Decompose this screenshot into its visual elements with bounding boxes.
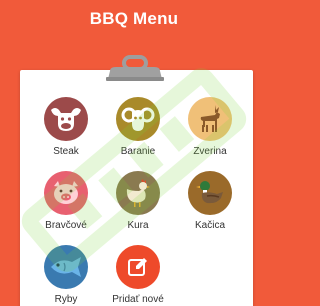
category-label: Pridať nové [112, 294, 164, 305]
category-baranie[interactable]: Baranie [106, 97, 170, 157]
category-kacica[interactable]: Kačica [178, 171, 242, 231]
ram-icon [116, 97, 160, 141]
duck-icon [188, 171, 232, 215]
category-kura[interactable]: Kura [106, 171, 170, 231]
category-ryby[interactable]: Ryby [34, 245, 98, 305]
category-label: Kura [127, 220, 149, 231]
chicken-icon [116, 171, 160, 215]
edit-icon [116, 245, 160, 289]
category-zverina[interactable]: Zverina [178, 97, 242, 157]
category-label: Steak [53, 146, 79, 157]
category-label: Zverina [193, 146, 227, 157]
deer-icon [188, 97, 232, 141]
add-new-category-button[interactable]: Pridať nové [106, 245, 170, 305]
cow-icon [44, 97, 88, 141]
fish-icon [44, 245, 88, 289]
category-label: Baranie [120, 146, 156, 157]
pig-icon [44, 171, 88, 215]
category-label: Ryby [54, 294, 78, 305]
clipboard-clip-icon [102, 55, 168, 82]
category-label: Bravčové [45, 220, 87, 231]
app-title: BBQ Menu [89, 9, 179, 28]
app-header: BBQ Menu [0, 0, 268, 38]
category-bravcove[interactable]: Bravčové [34, 171, 98, 231]
category-label: Kačica [194, 220, 225, 231]
category-steak[interactable]: Steak [34, 97, 98, 157]
